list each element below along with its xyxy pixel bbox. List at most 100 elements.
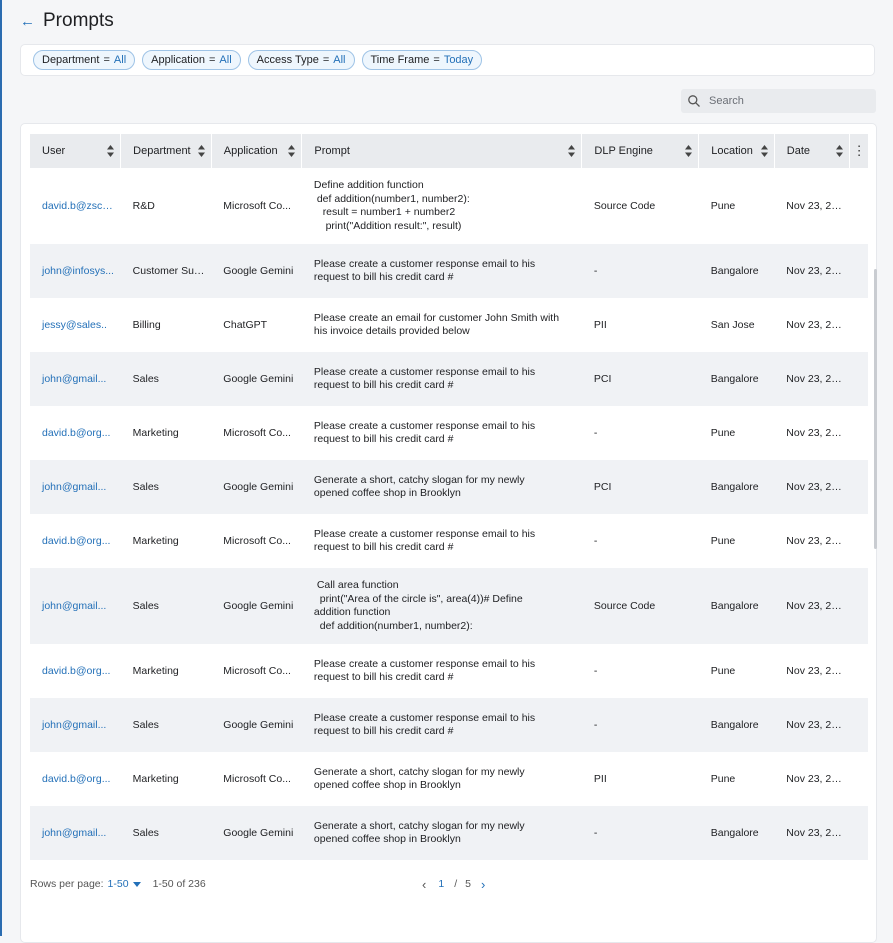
table-cell-department: Marketing — [132, 773, 179, 785]
table-cell-prompt: Generate a short, catchy slogan for my n… — [301, 806, 582, 860]
page-header: ← Prompts — [20, 8, 114, 34]
chevron-down-icon[interactable] — [132, 881, 141, 887]
table-cell-spacer — [849, 698, 868, 752]
table-cell-application: Microsoft Co... — [223, 535, 291, 547]
row-range: 1-50 of 236 — [152, 878, 206, 890]
filter-label: Access Type — [256, 54, 319, 66]
column-options[interactable]: ⋮ — [849, 134, 868, 168]
sort-icon[interactable] — [107, 145, 115, 157]
table-cell-user[interactable]: david.b@zscal... — [30, 168, 121, 244]
table-cell-department: Sales — [120, 806, 212, 860]
table-cell-user[interactable]: jessy@sales.. — [30, 298, 121, 352]
table-cell-application: Microsoft Co... — [223, 773, 291, 785]
table-cell-prompt: Define addition function def addition(nu… — [313, 179, 470, 232]
filter-operator: = — [208, 54, 216, 66]
table-cell-user[interactable]: john@gmail... — [30, 568, 121, 644]
column-header-prompt[interactable]: Prompt — [301, 134, 583, 168]
filter-chip-department[interactable]: Department = All — [33, 50, 136, 70]
filter-operator: = — [322, 54, 330, 66]
table-cell-date: Nov 23, 2023; — [774, 244, 850, 298]
arrow-left-icon[interactable]: ← — [20, 14, 35, 29]
table-cell-spacer — [850, 752, 868, 806]
table-row[interactable]: john@gmail... Sales Google Gemini Please cr… — [30, 352, 868, 406]
column-header-user[interactable]: User — [30, 134, 122, 168]
table-cell-location: Bangalore — [698, 806, 775, 860]
table-cell-department: Sales — [120, 460, 212, 514]
table-cell-application: Google Gemini — [211, 568, 302, 644]
table-cell-user[interactable]: david.b@org... — [30, 406, 121, 460]
search-box[interactable] — [681, 89, 876, 113]
table-cell-user[interactable]: john@infosys... — [30, 244, 121, 298]
column-label: Department — [133, 145, 191, 157]
table-row[interactable]: david.b@org... Marketing Microsoft Co... Pl… — [30, 514, 868, 568]
rows-per-page-select[interactable]: 1-50 — [108, 878, 129, 890]
table-cell-prompt: Please create a customer response email … — [301, 698, 582, 752]
table-row[interactable]: john@gmail... Sales Google Gemini Call are… — [30, 568, 868, 644]
table-cell-date: Nov 23, 2023; — [774, 806, 850, 860]
sort-icon[interactable] — [760, 145, 768, 157]
more-vertical-icon[interactable]: ⋮ — [853, 143, 866, 158]
chevron-left-icon[interactable]: ‹ — [422, 877, 426, 892]
table-cell-date: Nov 23, 2023; — [786, 319, 850, 331]
page-navigator: ‹ 1 / 5 › — [416, 877, 491, 892]
search-icon — [688, 95, 700, 107]
table-cell-user[interactable]: john@gmail... — [30, 460, 121, 514]
table-cell-location: Bangalore — [698, 352, 775, 406]
sort-icon[interactable] — [568, 145, 576, 157]
table-row[interactable]: john@infosys... Customer Supp... Google Ge… — [30, 244, 868, 298]
table-row[interactable]: jessy@sales.. Billing ChatGPT Please create… — [30, 298, 868, 352]
left-edge-rule — [0, 0, 2, 936]
sort-icon[interactable] — [836, 145, 844, 157]
table-cell-dlp-engine: - — [581, 806, 699, 860]
chevron-right-icon[interactable]: › — [481, 877, 485, 892]
table-cell-prompt: Generate a short, catchy slogan for my n… — [313, 765, 525, 792]
column-label: Prompt — [314, 145, 350, 157]
column-header-dlp-engine[interactable]: DLP Engine — [581, 134, 700, 168]
table-cell-department: Marketing — [132, 535, 179, 547]
table-cell-spacer — [849, 806, 868, 860]
table-cell-user[interactable]: john@gmail... — [30, 698, 121, 752]
table-cell-prompt: Please create a customer response email … — [313, 657, 536, 684]
scrollbar[interactable] — [874, 269, 878, 549]
sort-icon[interactable] — [197, 145, 205, 157]
filter-chip-time-frame[interactable]: Time Frame = Today — [361, 50, 483, 70]
table-cell-spacer — [849, 568, 868, 644]
filter-chip-access-type[interactable]: Access Type = All — [247, 50, 355, 70]
table-cell-location: Bangalore — [698, 568, 775, 644]
current-page[interactable]: 1 — [438, 878, 444, 890]
table-cell-user[interactable]: john@gmail... — [30, 806, 121, 860]
table-cell-user[interactable]: john@gmail... — [30, 352, 121, 406]
table-cell-user[interactable]: david.b@org... — [30, 752, 121, 806]
filter-chip-application[interactable]: Application = All — [142, 50, 241, 70]
table-cell-application: Microsoft Co... — [223, 665, 291, 677]
table-cell-location: Pune — [710, 665, 736, 677]
table-cell-date: Nov 23, 2023; — [786, 665, 850, 677]
table-cell-user[interactable]: david.b@org... — [30, 514, 121, 568]
column-header-date[interactable]: Date — [774, 134, 851, 168]
sort-icon[interactable] — [288, 145, 296, 157]
table-row[interactable]: david.b@zscal... R&D Microsoft Co... Define… — [30, 168, 868, 244]
table-cell-location: Bangalore — [698, 698, 775, 752]
column-header-application[interactable]: Application — [211, 134, 303, 168]
column-header-department[interactable]: Department — [120, 134, 212, 168]
column-header-location[interactable]: Location — [698, 134, 775, 168]
table-cell-prompt: Please create a customer response email … — [313, 527, 536, 554]
table-row[interactable]: john@gmail... Sales Google Gemini Generate … — [30, 806, 868, 860]
table-row[interactable]: john@gmail... Sales Google Gemini Please cr… — [30, 698, 868, 752]
table-row[interactable]: david.b@org... Marketing Microsoft Co... Pl… — [30, 644, 868, 698]
table-cell-dlp-engine: Source Code — [593, 200, 656, 212]
table-cell-department: Sales — [120, 352, 212, 406]
table-cell-date: Nov 23, 2023; — [786, 773, 850, 785]
search-input[interactable] — [707, 94, 871, 108]
table-row[interactable]: john@gmail... Sales Google Gemini Generate … — [30, 460, 868, 514]
table-row[interactable]: david.b@org... Marketing Microsoft Co... Ge… — [30, 752, 868, 806]
table-row[interactable]: david.b@org... Marketing Microsoft Co... Pl… — [30, 406, 868, 460]
scrollbar-thumb[interactable] — [874, 269, 877, 549]
table-cell-date: Nov 23, 2023; — [786, 535, 850, 547]
table-header-row: User Department Application Prompt DLP E… — [30, 134, 868, 168]
table-cell-application: Google Gemini — [211, 806, 302, 860]
table-cell-department: Sales — [120, 568, 212, 644]
sort-icon[interactable] — [685, 145, 693, 157]
table-cell-user[interactable]: david.b@org... — [30, 644, 121, 698]
table-cell-application: ChatGPT — [223, 319, 268, 331]
